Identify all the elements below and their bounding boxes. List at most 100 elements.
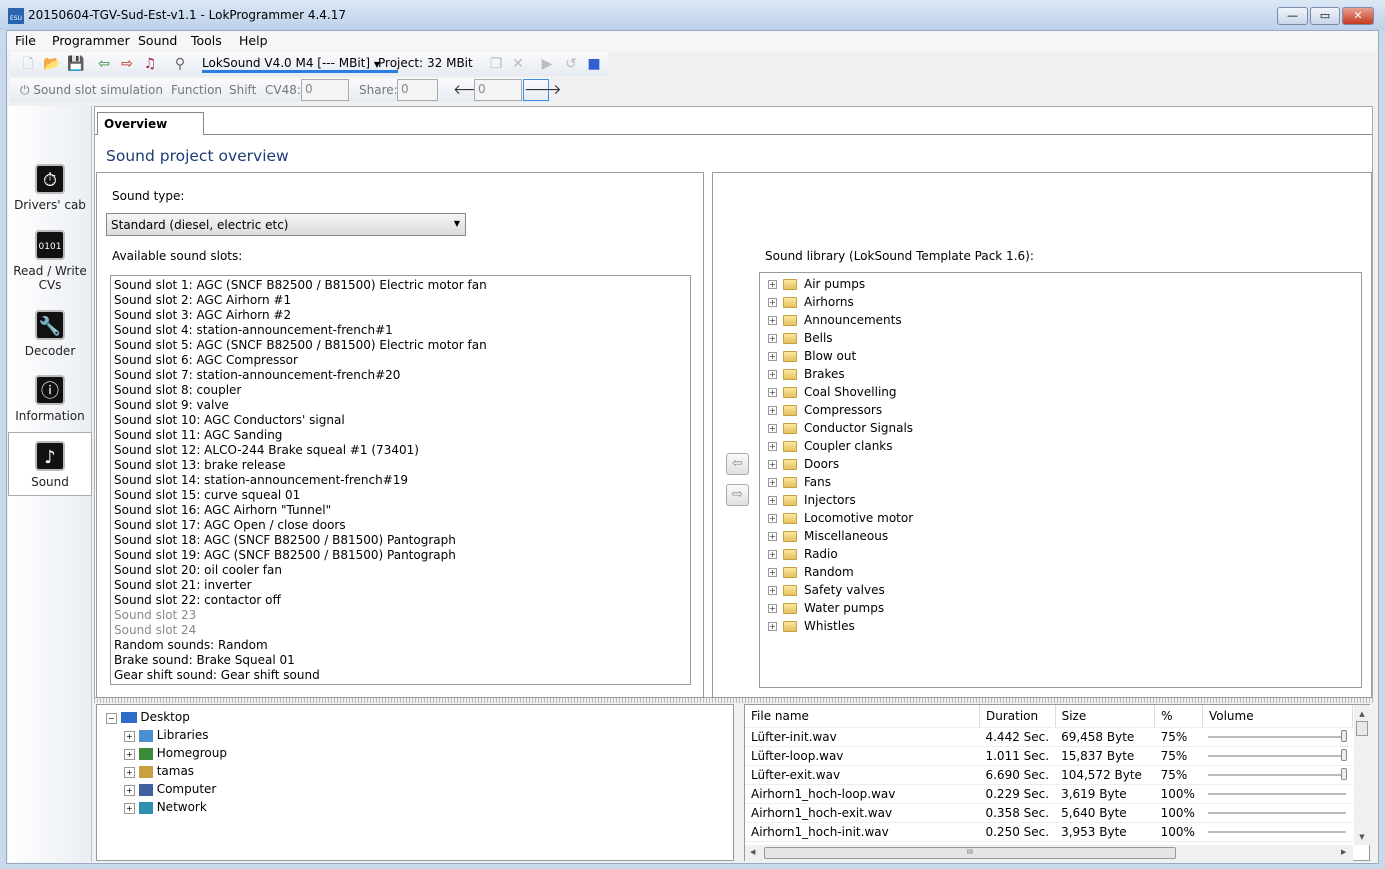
library-folder[interactable]: + Random xyxy=(760,563,1361,581)
library-folder[interactable]: + Airhorns xyxy=(760,293,1361,311)
sidebar-item-sound[interactable]: ♪ Sound xyxy=(8,432,92,496)
sound-slot-item[interactable]: Sound slot 7: station-announcement-frenc… xyxy=(114,368,687,383)
sound-slot-item[interactable]: Sound slot 16: AGC Airhorn "Tunnel" xyxy=(114,503,687,518)
volume-slider[interactable] xyxy=(1208,827,1347,837)
sound-slot-item[interactable]: Sound slot 22: contactor off xyxy=(114,593,687,608)
expand-icon[interactable]: + xyxy=(768,568,777,577)
volume-slider[interactable] xyxy=(1208,729,1348,742)
delete-icon[interactable]: ✕ xyxy=(510,56,526,72)
library-folder[interactable]: + Radio xyxy=(760,545,1361,563)
arrow-left-icon[interactable]: 🡐 xyxy=(453,82,491,98)
expand-icon[interactable]: + xyxy=(768,316,777,325)
cv48-spinner[interactable]: 0 xyxy=(301,79,349,101)
tree-item[interactable]: + Computer xyxy=(124,782,216,796)
tree-item[interactable]: + Libraries xyxy=(124,728,209,742)
sidebar-item-information[interactable]: ⓘ Information xyxy=(8,375,92,439)
library-folder[interactable]: + Conductor Signals xyxy=(760,419,1361,437)
expand-icon[interactable]: + xyxy=(768,352,777,361)
save-icon[interactable]: 💾 xyxy=(67,56,84,72)
library-folder[interactable]: + Brakes xyxy=(760,365,1361,383)
table-row[interactable]: Airhorn1_hoch-loop.wav 0.229 Sec. 3,619 By… xyxy=(745,784,1353,804)
expand-icon[interactable]: + xyxy=(768,406,777,415)
slider-thumb[interactable] xyxy=(1341,729,1348,742)
sound-slot-item[interactable]: Sound slot 14: station-announcement-fren… xyxy=(114,473,687,488)
library-folder[interactable]: + Injectors xyxy=(760,491,1361,509)
expand-icon[interactable]: + xyxy=(768,514,777,523)
sound-slot-item[interactable]: Sound slot 19: AGC (SNCF B82500 / B81500… xyxy=(114,548,687,563)
expand-icon[interactable]: + xyxy=(124,803,135,814)
sound-slot-item[interactable]: Sound slot 13: brake release xyxy=(114,458,687,473)
expand-icon[interactable]: + xyxy=(768,622,777,631)
expand-icon[interactable]: + xyxy=(768,442,777,451)
volume-slider[interactable] xyxy=(1208,808,1347,818)
tree-item[interactable]: + tamas xyxy=(124,764,194,778)
tree-item[interactable]: + Homegroup xyxy=(124,746,227,760)
sound-type-select[interactable]: Standard (diesel, electric etc) ▼ xyxy=(106,213,466,236)
expand-icon[interactable]: + xyxy=(768,388,777,397)
scroll-thumb[interactable]: III xyxy=(764,847,1176,859)
expand-icon[interactable]: + xyxy=(768,334,777,343)
library-folder[interactable]: + Bells xyxy=(760,329,1361,347)
expand-icon[interactable]: + xyxy=(768,370,777,379)
table-row[interactable]: Airhorn1_hoch-init.wav 0.250 Sec. 3,953 By… xyxy=(745,822,1353,842)
sound-slot-item[interactable]: Sound slot 5: AGC (SNCF B82500 / B81500)… xyxy=(114,338,687,353)
sound-slot-item[interactable]: Sound slot 18: AGC (SNCF B82500 / B81500… xyxy=(114,533,687,548)
expand-icon[interactable]: + xyxy=(768,604,777,613)
sound-slot-item[interactable]: Sound slot 11: AGC Sanding xyxy=(114,428,687,443)
nav-select[interactable]: 0 xyxy=(474,79,522,101)
volume-slider[interactable] xyxy=(1208,767,1348,780)
column-header[interactable]: Size xyxy=(1055,705,1156,728)
vertical-scrollbar[interactable]: ▲ ▼ xyxy=(1354,705,1370,845)
sound-slot-item[interactable]: Sound slot 6: AGC Compressor xyxy=(114,353,687,368)
menu-file[interactable]: File xyxy=(15,33,36,48)
library-folder[interactable]: + Coal Shovelling xyxy=(760,383,1361,401)
horizontal-scrollbar[interactable]: ◀ III ▶ xyxy=(745,845,1353,861)
maximize-button[interactable]: ▭ xyxy=(1310,7,1340,25)
library-folder[interactable]: + Whistles xyxy=(760,617,1361,635)
expand-icon[interactable]: + xyxy=(768,532,777,541)
sound-slot-item[interactable]: Sound slot 21: inverter xyxy=(114,578,687,593)
minimize-button[interactable]: — xyxy=(1277,7,1308,25)
tab-overview[interactable]: Overview xyxy=(97,112,204,135)
menu-help[interactable]: Help xyxy=(239,33,268,48)
sound-slot-item[interactable]: Gear shift sound: Gear shift sound xyxy=(114,668,687,683)
library-folder[interactable]: + Fans xyxy=(760,473,1361,491)
tree-item-desktop[interactable]: − Desktop xyxy=(106,710,190,724)
copy-icon[interactable]: ❐ xyxy=(488,56,504,72)
sound-slot-item[interactable]: Sound slot 1: AGC (SNCF B82500 / B81500)… xyxy=(114,278,687,293)
library-folder[interactable]: + Doors xyxy=(760,455,1361,473)
sound-slot-item[interactable]: Sound slot 9: valve xyxy=(114,398,687,413)
menu-tools[interactable]: Tools xyxy=(191,33,222,48)
volume-slider[interactable] xyxy=(1208,748,1348,761)
scroll-left-icon[interactable]: ◀ xyxy=(750,848,755,856)
sound-slot-item[interactable]: Sound slot 20: oil cooler fan xyxy=(114,563,687,578)
decoder-select[interactable]: LokSound V4.0 M4 [--- MBit] ▼ xyxy=(202,56,399,73)
library-folder[interactable]: + Air pumps xyxy=(760,275,1361,293)
library-folder[interactable]: + Miscellaneous xyxy=(760,527,1361,545)
sound-export-icon[interactable]: ♫ xyxy=(142,56,158,72)
library-folder[interactable]: + Safety valves xyxy=(760,581,1361,599)
import-icon[interactable]: ⇦ xyxy=(96,56,112,72)
new-file-icon[interactable]: 🗋 xyxy=(20,56,36,72)
scroll-down-icon[interactable]: ▼ xyxy=(1354,833,1370,841)
library-folder[interactable]: + Water pumps xyxy=(760,599,1361,617)
sidebar-item-drivers-cab[interactable]: ⏱ Drivers' cab xyxy=(8,164,92,228)
expand-icon[interactable]: + xyxy=(124,785,135,796)
sound-slot-item[interactable]: Sound slot 2: AGC Airhorn #1 xyxy=(114,293,687,308)
expand-icon[interactable]: + xyxy=(124,749,135,760)
sound-slot-item[interactable]: Sound slot 17: AGC Open / close doors xyxy=(114,518,687,533)
expand-icon[interactable]: + xyxy=(768,550,777,559)
sidebar-item-decoder[interactable]: 🔧 Decoder xyxy=(8,310,92,374)
table-row[interactable]: Lüfter-init.wav 4.442 Sec. 69,458 Byte 75% xyxy=(745,727,1353,747)
library-folder[interactable]: + Coupler clanks xyxy=(760,437,1361,455)
table-row[interactable]: Lüfter-exit.wav 6.690 Sec. 104,572 Byte 75% xyxy=(745,765,1353,785)
expand-icon[interactable]: + xyxy=(768,478,777,487)
sound-slot-item[interactable]: Sound slot 8: coupler xyxy=(114,383,687,398)
expand-icon[interactable]: + xyxy=(768,496,777,505)
open-folder-icon[interactable]: 📂 xyxy=(43,56,60,72)
scroll-thumb[interactable] xyxy=(1356,721,1368,736)
sound-slot-item[interactable]: Sound slot 10: AGC Conductors' signal xyxy=(114,413,687,428)
expand-icon[interactable]: + xyxy=(768,586,777,595)
function-button[interactable]: Function xyxy=(171,83,222,97)
scroll-up-icon[interactable]: ▲ xyxy=(1354,710,1370,718)
